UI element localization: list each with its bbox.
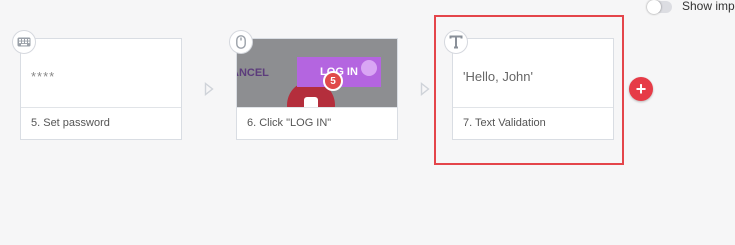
toggle-label: Show imp <box>682 0 735 13</box>
show-toggle[interactable]: Show imp <box>647 0 735 14</box>
mouse-icon <box>229 30 253 54</box>
keyboard-icon <box>12 30 36 54</box>
toggle-knob <box>647 0 661 14</box>
step-preview: ANCEL LOG IN 5 <box>237 39 397 108</box>
screenshot-cancel-text: ANCEL <box>237 67 269 79</box>
step-card-set-password[interactable]: **** 5. Set password <box>20 38 182 140</box>
arrow-icon <box>420 82 430 96</box>
step-preview: **** <box>21 39 181 108</box>
step-screenshot: ANCEL LOG IN 5 <box>237 39 397 108</box>
add-step-button[interactable]: + <box>629 77 653 101</box>
password-preview-text: **** <box>31 69 56 84</box>
click-badge: 5 <box>323 71 343 91</box>
step-caption: 6. Click "LOG IN" <box>237 107 397 139</box>
selected-step-highlight <box>434 15 624 165</box>
step-caption: 5. Set password <box>21 107 181 139</box>
screenshot-button-blob <box>361 60 377 76</box>
step-card-click-login[interactable]: ANCEL LOG IN 5 6. Click "LOG IN" <box>236 38 398 140</box>
toggle-switch[interactable] <box>647 0 672 14</box>
arrow-icon <box>204 82 214 96</box>
